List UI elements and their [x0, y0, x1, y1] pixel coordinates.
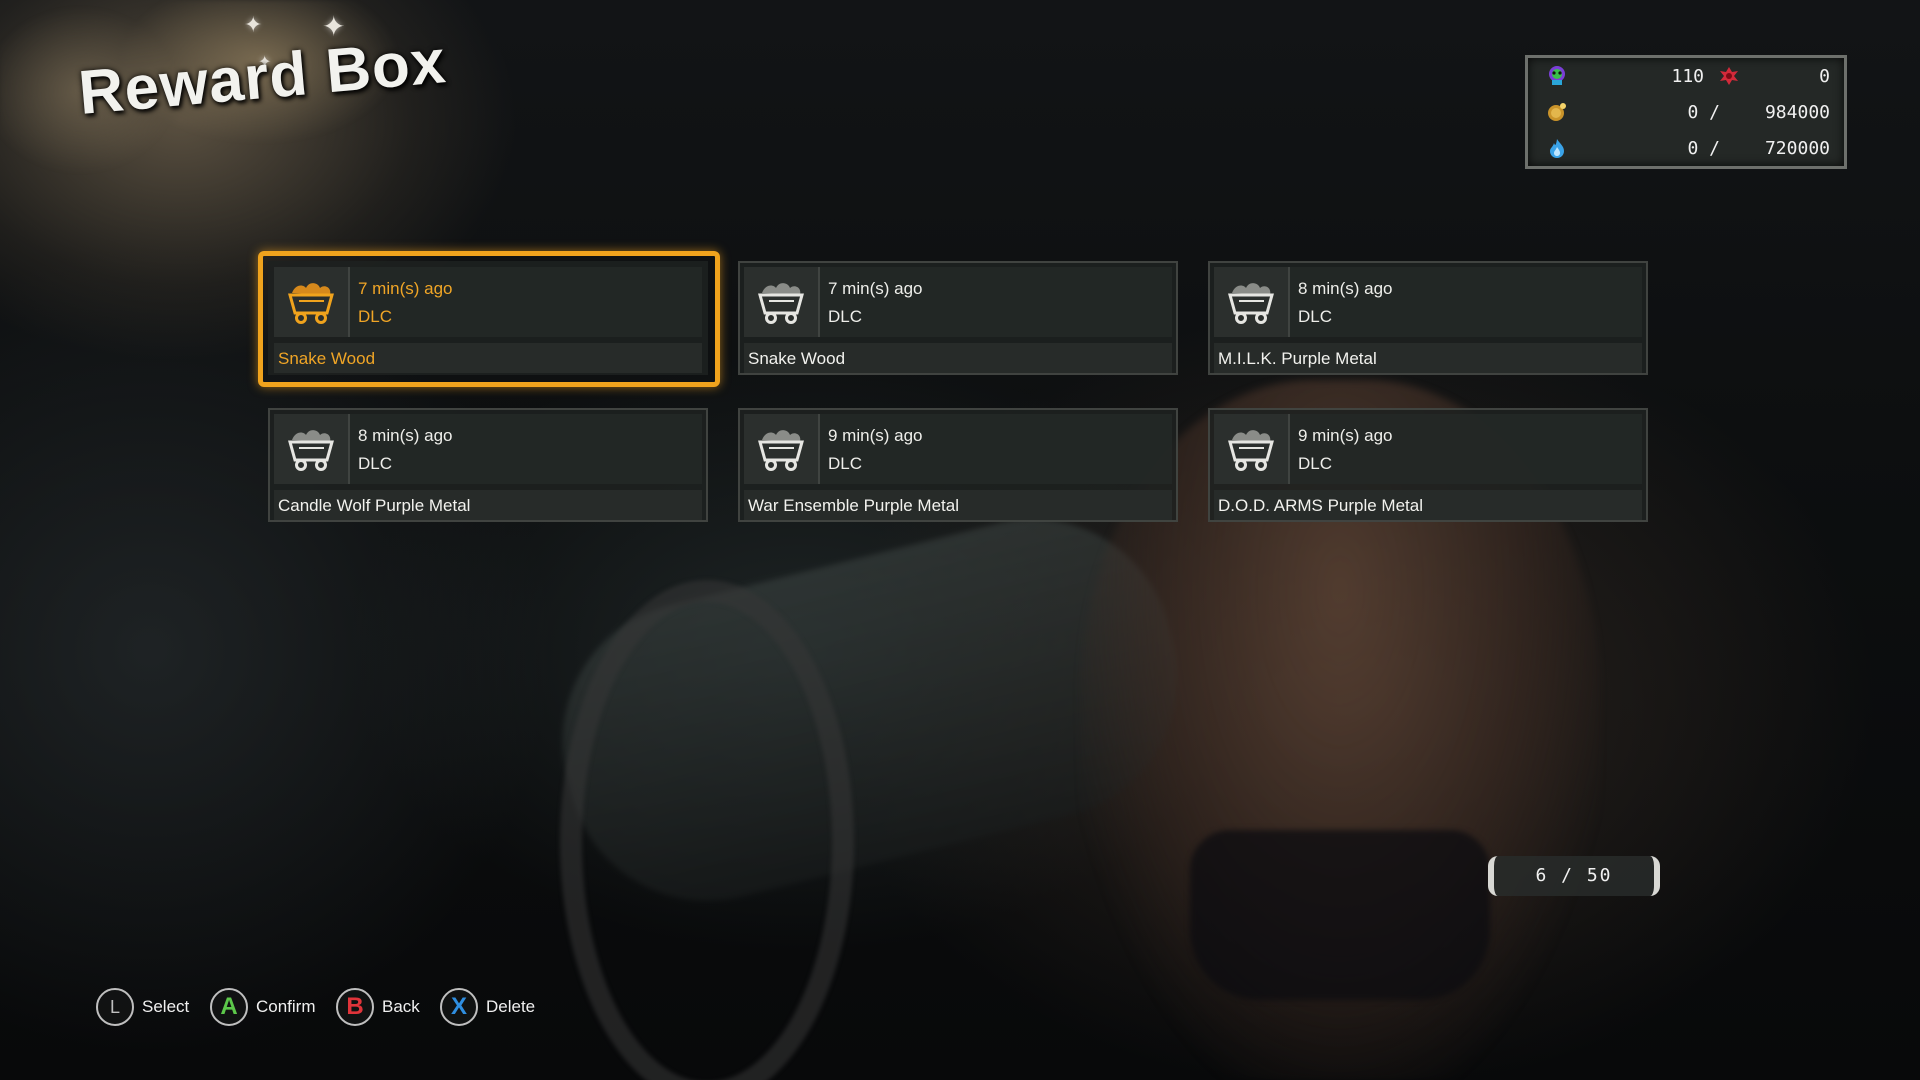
mine-cart-icon [1228, 283, 1274, 324]
currency-current: 0 / [1687, 138, 1720, 159]
reward-time: 7 min(s) ago [828, 279, 923, 298]
currency-row: 0 / 984000 [1528, 96, 1844, 130]
reward-info: 9 min(s) ago DLC [820, 414, 1172, 484]
page-counter-text: 6 / 50 [1535, 865, 1613, 886]
mine-cart-icon [758, 430, 804, 471]
currency-max: 720000 [1764, 138, 1830, 159]
ghost-skull-icon [1549, 66, 1565, 85]
currency-row: 0 / 720000 [1528, 132, 1844, 166]
reward-source: DLC [828, 454, 863, 473]
reward-name-bar: D.O.D. ARMS Purple Metal [1214, 490, 1642, 520]
mine-cart-icon [288, 430, 334, 471]
hint-label: Confirm [256, 997, 316, 1016]
currency-value: 0 [1819, 66, 1830, 87]
hint-label: Delete [486, 997, 536, 1016]
reward-info: 8 min(s) ago DLC [350, 414, 702, 484]
reward-info: 9 min(s) ago DLC [1290, 414, 1642, 484]
red-creature-icon [1720, 67, 1738, 85]
mine-cart-icon [1228, 430, 1274, 471]
l-stick-button-icon: L [96, 988, 134, 1026]
gold-coin-icon [1548, 103, 1566, 121]
currency-row: 110 0 [1528, 60, 1844, 94]
page-title: Reward Box [75, 27, 449, 129]
sparkle-icon: ✦ [244, 12, 263, 37]
a-button-icon: A [210, 988, 248, 1026]
reward-card[interactable]: 9 min(s) ago DLC War Ensemble Purple Met… [738, 408, 1178, 522]
reward-info: 8 min(s) ago DLC [1290, 267, 1642, 337]
hint-label: Select [142, 997, 190, 1016]
reward-card[interactable]: 8 min(s) ago DLC M.I.L.K. Purple Metal [1208, 261, 1648, 375]
x-button-icon: X [440, 988, 478, 1026]
background-scene-wheel [560, 580, 854, 1080]
reward-name-bar: Snake Wood [744, 343, 1172, 373]
reward-name-bar: M.I.L.K. Purple Metal [1214, 343, 1642, 373]
b-button-icon: B [336, 988, 374, 1026]
reward-name: M.I.L.K. Purple Metal [1218, 349, 1377, 368]
reward-icon-box [744, 267, 820, 337]
reward-name: Snake Wood [748, 349, 846, 368]
hint-label: Back [382, 997, 420, 1016]
reward-info: 7 min(s) ago DLC [820, 267, 1172, 337]
currency-panel: 110 0 0 / 984000 0 / 720000 [1525, 55, 1847, 169]
currency-value: 110 [1671, 66, 1704, 87]
background-scene-pipe [532, 489, 1208, 931]
reward-icon-box [744, 414, 820, 484]
reward-name: D.O.D. ARMS Purple Metal [1218, 496, 1424, 515]
reward-time: 8 min(s) ago [358, 426, 453, 445]
reward-icon-box [1214, 414, 1290, 484]
reward-name: War Ensemble Purple Metal [748, 496, 960, 515]
reward-source: DLC [358, 454, 393, 473]
reward-source: DLC [828, 307, 863, 326]
game-screen: ✦ ✦ ✦ Reward Box 110 0 0 / 984000 0 / 72… [0, 0, 1920, 1080]
reward-source: DLC [1298, 454, 1333, 473]
reward-name-bar: War Ensemble Purple Metal [744, 490, 1172, 520]
selection-cursor [258, 251, 720, 387]
page-counter: 6 / 50 [1488, 856, 1660, 896]
currency-current: 0 / [1687, 102, 1720, 123]
reward-time: 8 min(s) ago [1298, 279, 1393, 298]
currency-max: 984000 [1764, 102, 1830, 123]
reward-name-bar: Candle Wolf Purple Metal [274, 490, 702, 520]
reward-icon-box [274, 414, 350, 484]
reward-time: 9 min(s) ago [1298, 426, 1393, 445]
background-character-shorts [1190, 830, 1490, 1000]
mine-cart-icon [758, 283, 804, 324]
reward-card[interactable]: 9 min(s) ago DLC D.O.D. ARMS Purple Meta… [1208, 408, 1648, 522]
reward-name: Candle Wolf Purple Metal [278, 496, 471, 515]
reward-card[interactable]: 8 min(s) ago DLC Candle Wolf Purple Meta… [268, 408, 708, 522]
reward-card[interactable]: 7 min(s) ago DLC Snake Wood [738, 261, 1178, 375]
reward-icon-box [1214, 267, 1290, 337]
reward-time: 9 min(s) ago [828, 426, 923, 445]
reward-source: DLC [1298, 307, 1333, 326]
blue-flame-icon [1550, 139, 1564, 158]
